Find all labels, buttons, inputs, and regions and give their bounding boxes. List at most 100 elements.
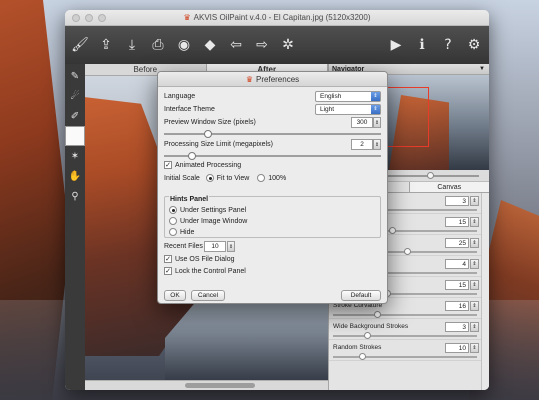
param-value[interactable]: 16 bbox=[445, 301, 469, 311]
save-icon[interactable]: ⤓ bbox=[121, 34, 143, 56]
main-toolbar: 🖌 ⇪ ⤓ ⎙ ◉ ◆ ⇦ ⇨ ✲ ▶ ℹ ? ⚙ bbox=[65, 26, 489, 64]
smudge-icon[interactable]: ☄ bbox=[65, 86, 85, 106]
param-label: Random Strokes bbox=[333, 344, 382, 351]
param-stepper[interactable]: ⇕ bbox=[470, 322, 479, 332]
param-knob[interactable] bbox=[364, 332, 371, 339]
info-icon[interactable]: ℹ bbox=[411, 34, 433, 56]
param-knob[interactable] bbox=[359, 353, 366, 360]
eraser-icon[interactable] bbox=[65, 126, 85, 146]
language-select[interactable]: English ⇕ bbox=[315, 91, 381, 102]
animated-label: Animated Processing bbox=[175, 162, 242, 169]
run-icon[interactable]: ▶ bbox=[385, 34, 407, 56]
open-icon[interactable]: ⇪ bbox=[95, 34, 117, 56]
param-stepper[interactable]: ⇕ bbox=[470, 280, 479, 290]
processing-size-track bbox=[164, 155, 381, 157]
fit-to-view-radio[interactable] bbox=[205, 174, 214, 183]
lock-panel-row: ✓ Lock the Control Panel bbox=[164, 266, 381, 278]
select-arrows-icon: ⇕ bbox=[371, 92, 380, 101]
param-value[interactable]: 15 bbox=[445, 280, 469, 290]
os-dialog-row: ✓ Use OS File Dialog bbox=[164, 254, 381, 266]
preferences-dialog: ♛ Preferences Language English ⇕ Interfac… bbox=[157, 71, 388, 304]
param-stepper[interactable]: ⇕ bbox=[470, 301, 479, 311]
lock-panel-checkbox[interactable]: ✓ bbox=[164, 267, 172, 276]
share-icon[interactable]: ◉ bbox=[173, 34, 195, 56]
animated-checkbox[interactable]: ✓ bbox=[164, 161, 172, 170]
param-knob[interactable] bbox=[404, 248, 411, 255]
select-arrows-icon: ⇕ bbox=[371, 105, 380, 114]
initial-scale-label: Initial Scale bbox=[164, 175, 200, 182]
paint-brush-icon[interactable]: ✎ bbox=[65, 66, 85, 86]
param-value[interactable]: 25 bbox=[445, 238, 469, 248]
theme-label: Interface Theme bbox=[164, 106, 215, 113]
param-track bbox=[333, 335, 477, 337]
vertical-scrollbar[interactable] bbox=[481, 193, 489, 390]
processing-size-stepper[interactable]: ⇕ bbox=[373, 139, 381, 150]
os-dialog-checkbox[interactable]: ✓ bbox=[164, 255, 172, 264]
language-label: Language bbox=[164, 93, 196, 100]
recent-files-stepper[interactable]: ⇕ bbox=[227, 241, 235, 252]
zoom-knob[interactable] bbox=[427, 172, 434, 179]
processing-size-field[interactable]: 2 bbox=[351, 139, 373, 150]
param-value[interactable]: 3 bbox=[445, 322, 469, 332]
hint-under-settings-radio[interactable] bbox=[169, 206, 177, 215]
param-stepper[interactable]: ⇕ bbox=[470, 259, 479, 269]
processing-size-row: Processing Size Limit (megapixels) 2 ⇕ bbox=[164, 139, 381, 151]
chevron-down-icon[interactable]: ▼ bbox=[479, 64, 485, 75]
param-stepper[interactable]: ⇕ bbox=[470, 343, 479, 353]
dialog-title-bar: ♛ Preferences bbox=[158, 72, 387, 87]
fit-to-view-label: Fit to View bbox=[216, 175, 250, 182]
param-knob[interactable] bbox=[389, 227, 396, 234]
window-title: ♛ AKVIS OilPaint v.4.0 - El Capitan.jpg (… bbox=[183, 13, 371, 22]
hints-panel-group: Hints Panel Under Settings Panel Under I… bbox=[164, 196, 381, 238]
dialog-body: Language English ⇕ Interface Theme Light… bbox=[158, 87, 387, 303]
tab-canvas[interactable]: Canvas bbox=[408, 182, 489, 192]
redo-icon[interactable]: ⇨ bbox=[251, 34, 273, 56]
preview-size-stepper[interactable]: ⇕ bbox=[373, 117, 381, 128]
preview-size-field[interactable]: 300 bbox=[351, 117, 373, 128]
param-value[interactable]: 10 bbox=[445, 343, 469, 353]
help-icon[interactable]: ? bbox=[437, 34, 459, 56]
akvis-logo-icon: ♛ bbox=[245, 75, 254, 84]
initial-scale-row: Initial Scale Fit to View 100% bbox=[164, 173, 381, 185]
default-button[interactable]: Default bbox=[341, 290, 381, 301]
param-row: Wide Background Strokes 3 ⇕ bbox=[329, 319, 489, 340]
scroll-thumb[interactable] bbox=[185, 383, 255, 388]
magic-icon[interactable]: ✶ bbox=[65, 146, 85, 166]
param-stepper[interactable]: ⇕ bbox=[470, 217, 479, 227]
param-stepper[interactable]: ⇕ bbox=[470, 238, 479, 248]
hints-option: Under Image Window bbox=[169, 216, 247, 227]
preferences-icon[interactable]: ⚙ bbox=[463, 34, 485, 56]
processing-size-knob[interactable] bbox=[188, 152, 196, 160]
param-stepper[interactable]: ⇕ bbox=[470, 196, 479, 206]
decoration-icon[interactable]: ✐ bbox=[65, 106, 85, 126]
recent-files-field[interactable]: 10 bbox=[204, 241, 226, 252]
cancel-button[interactable]: Cancel bbox=[191, 290, 225, 301]
title-bar: ♛ AKVIS OilPaint v.4.0 - El Capitan.jpg (… bbox=[65, 10, 489, 26]
hint-under-image-radio[interactable] bbox=[169, 217, 177, 226]
horizontal-scrollbar[interactable] bbox=[85, 380, 328, 390]
tools-column: ✎ ☄ ✐ ✶ ✋ ⚲ bbox=[65, 64, 85, 390]
zoom-icon[interactable]: ⚲ bbox=[65, 186, 85, 206]
recent-files-label: Recent Files bbox=[164, 243, 203, 250]
print-icon[interactable]: ⎙ bbox=[147, 34, 169, 56]
ok-button[interactable]: OK bbox=[164, 290, 186, 301]
preview-size-knob[interactable] bbox=[204, 130, 212, 138]
hand-icon[interactable]: ✋ bbox=[65, 166, 85, 186]
param-value[interactable]: 3 bbox=[445, 196, 469, 206]
preview-size-label: Preview Window Size (pixels) bbox=[164, 119, 256, 126]
hints-panel-title: Hints Panel bbox=[169, 196, 210, 203]
param-value[interactable]: 15 bbox=[445, 217, 469, 227]
theme-select[interactable]: Light ⇕ bbox=[315, 104, 381, 115]
param-track bbox=[333, 356, 477, 358]
hundred-percent-radio[interactable] bbox=[257, 174, 266, 183]
param-value[interactable]: 4 bbox=[445, 259, 469, 269]
settings-gear-icon[interactable]: ✲ bbox=[277, 34, 299, 56]
hints-option: Under Settings Panel bbox=[169, 205, 246, 216]
param-knob[interactable] bbox=[374, 311, 381, 318]
theme-row: Interface Theme Light ⇕ bbox=[164, 104, 381, 116]
param-row: Random Strokes 10 ⇕ bbox=[329, 340, 489, 361]
param-track bbox=[333, 314, 477, 316]
hint-hide-radio[interactable] bbox=[169, 228, 177, 237]
undo-icon[interactable]: ⇦ bbox=[225, 34, 247, 56]
batch-icon[interactable]: ◆ bbox=[199, 34, 221, 56]
